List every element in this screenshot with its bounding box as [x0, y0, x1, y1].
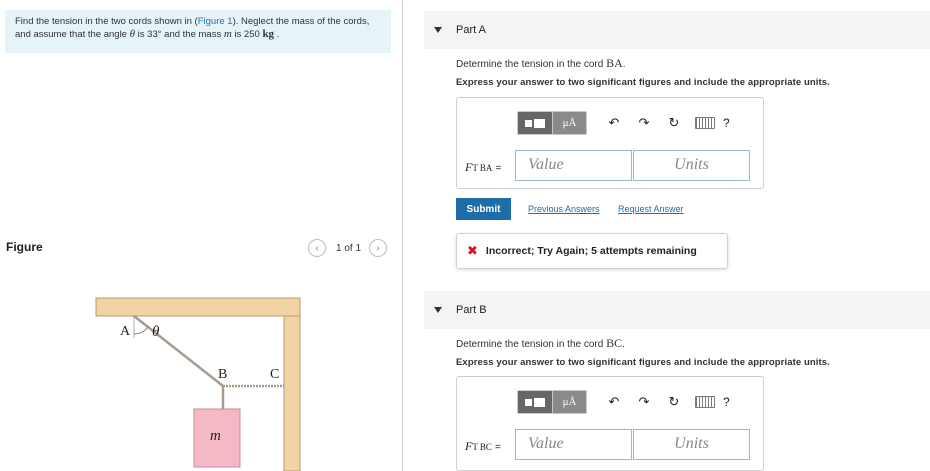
undo-icon[interactable]: ↶: [601, 394, 627, 410]
reset-icon[interactable]: ↻: [661, 394, 687, 410]
pager-count: 1 of 1: [336, 242, 362, 254]
template-icon[interactable]: [518, 112, 552, 134]
question-text: .: [622, 59, 626, 70]
part-b-title: Part B: [456, 304, 487, 316]
part-b-header[interactable]: Part B: [424, 291, 930, 329]
chevron-left-icon[interactable]: ‹: [308, 239, 326, 257]
collapse-triangle-icon[interactable]: [434, 307, 442, 313]
problem-text: is 250: [231, 29, 263, 40]
value-input[interactable]: Value: [515, 150, 632, 181]
units-symbol-button[interactable]: μÅ: [552, 112, 586, 134]
undo-icon[interactable]: ↶: [601, 115, 627, 131]
ceiling-beam: [95, 297, 301, 317]
var-subscript: T BA: [472, 163, 493, 173]
cord-ba: [133, 315, 224, 387]
variable-label: FT BC =: [465, 439, 501, 454]
part-a-question: Determine the tension in the cord BA.: [456, 56, 626, 71]
variable-label: FT BA =: [465, 160, 501, 175]
submit-button[interactable]: Submit: [456, 198, 511, 220]
units-symbol-button[interactable]: μÅ: [552, 391, 586, 413]
problem-text: is 33° and the mass: [135, 29, 224, 40]
template-group: μÅ: [517, 390, 587, 414]
physics-figure: A θ B C m: [95, 297, 301, 471]
figure-link[interactable]: Figure 1: [198, 16, 233, 27]
value-input[interactable]: Value: [515, 429, 632, 460]
problem-text: .: [274, 29, 280, 40]
problem-text: Find the tension in the two cords shown …: [15, 16, 198, 27]
collapse-triangle-icon[interactable]: [434, 27, 442, 33]
keyboard-icon[interactable]: [695, 396, 715, 408]
label-m: m: [210, 428, 221, 444]
part-b-question: Determine the tension in the cord BC.: [456, 336, 625, 351]
unit-kg: kg: [262, 28, 275, 40]
redo-icon[interactable]: ↷: [631, 394, 657, 410]
units-input[interactable]: Units: [633, 429, 750, 460]
figure-heading: Figure: [6, 240, 43, 254]
question-text: Determine the tension in the cord: [456, 339, 607, 350]
equals-sign: =: [494, 442, 501, 453]
part-b-answer-box: μÅ ↶ ↷ ↻ ? FT BC = Value Units: [456, 376, 764, 471]
help-icon[interactable]: ?: [723, 116, 730, 130]
problem-panel: Find the tension in the two cords shown …: [0, 0, 403, 471]
part-a-instruction: Express your answer to two significant f…: [456, 77, 830, 88]
keyboard-icon[interactable]: [695, 117, 715, 129]
cord-name: BC: [606, 336, 623, 350]
var-subscript: T BC: [472, 442, 492, 452]
part-a-header[interactable]: Part A: [424, 11, 930, 49]
help-icon[interactable]: ?: [723, 395, 730, 409]
math-toolbar: μÅ ↶ ↷ ↻ ?: [517, 111, 730, 135]
question-text: .: [622, 339, 625, 350]
math-toolbar: μÅ ↶ ↷ ↻ ?: [517, 390, 730, 414]
label-a: A: [120, 324, 131, 339]
request-answer-link[interactable]: Request Answer: [618, 204, 684, 214]
units-input[interactable]: Units: [633, 150, 750, 181]
feedback-text: Incorrect; Try Again; 5 attempts remaini…: [485, 245, 697, 257]
question-text: Determine the tension in the cord: [456, 59, 607, 70]
cord-name: BA: [606, 56, 623, 70]
incorrect-icon: ✖: [467, 243, 478, 258]
mass-symbol: m: [223, 28, 232, 40]
template-group: μÅ: [517, 111, 587, 135]
template-icon[interactable]: [518, 391, 552, 413]
part-b-instruction: Express your answer to two significant f…: [456, 357, 830, 368]
right-wall: [283, 315, 301, 471]
redo-icon[interactable]: ↷: [631, 115, 657, 131]
chevron-right-icon[interactable]: ›: [369, 239, 388, 257]
reset-icon[interactable]: ↻: [661, 115, 687, 131]
label-b: B: [218, 367, 227, 382]
figure-pager: ‹ 1 of 1 ›: [308, 239, 388, 257]
feedback-message: ✖ Incorrect; Try Again; 5 attempts remai…: [456, 233, 728, 269]
previous-answers-link[interactable]: Previous Answers: [528, 204, 600, 214]
label-theta: θ: [152, 324, 160, 340]
label-c: C: [270, 367, 279, 382]
problem-statement: Find the tension in the two cords shown …: [5, 10, 391, 53]
part-a-title: Part A: [456, 24, 486, 36]
equals-sign: =: [495, 163, 502, 174]
angle-arc: [133, 326, 149, 335]
part-a-answer-box: μÅ ↶ ↷ ↻ ? FT BA = Value Units: [456, 97, 764, 189]
